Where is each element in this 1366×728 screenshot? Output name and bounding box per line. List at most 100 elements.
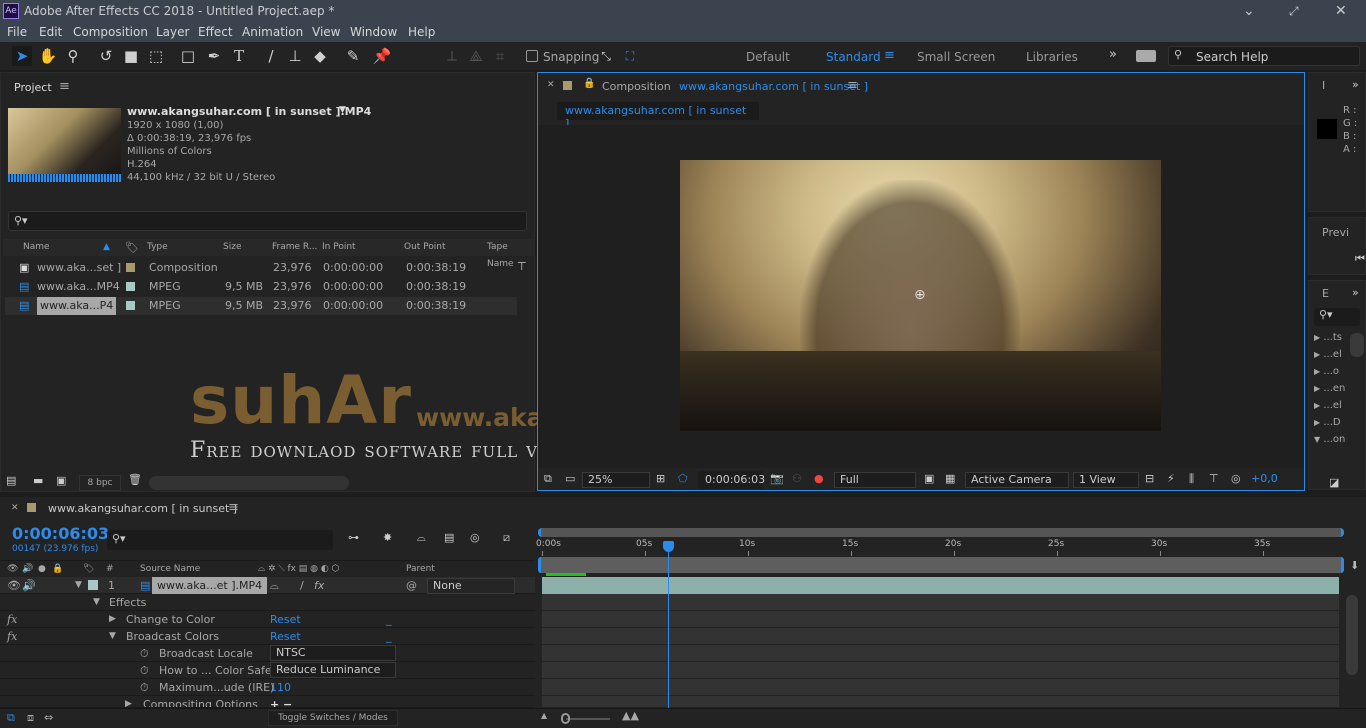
shy-layers-icon[interactable]: ⌓ xyxy=(417,531,426,545)
roto-brush-tool-icon[interactable]: ✎ xyxy=(343,46,363,66)
pickwhip-icon[interactable]: @ xyxy=(406,577,417,594)
info-tab[interactable]: I xyxy=(1322,79,1325,92)
fx-icon[interactable]: fx xyxy=(7,628,17,645)
pen-tool-icon[interactable]: ✒ xyxy=(204,46,224,66)
col-source-name[interactable]: Source Name xyxy=(140,561,200,577)
expand-icon[interactable]: ▶ xyxy=(1314,367,1320,376)
effects-category[interactable]: ▶ ...o xyxy=(1314,366,1339,377)
effects-scrollbar[interactable] xyxy=(1350,333,1364,357)
monitor-icon[interactable]: ▭ xyxy=(565,469,575,489)
comp-tab-prefix[interactable]: Composition xyxy=(602,80,671,93)
timeline-tab[interactable]: www.akangsuhar.com [ in sunset ] xyxy=(48,502,237,515)
flowchart-icon[interactable]: ⊤ xyxy=(517,260,527,273)
layer-label-color[interactable] xyxy=(88,580,98,590)
effects-search-input[interactable]: ⚲▾ xyxy=(1314,308,1360,326)
exposure-value[interactable]: +0,0 xyxy=(1251,469,1278,489)
effects-category[interactable]: ▶ ...en xyxy=(1314,383,1345,394)
always-preview-icon[interactable]: ⧉ xyxy=(544,469,552,489)
snap-edges-icon[interactable]: ⤡ xyxy=(596,46,616,66)
audio-switch-icon[interactable]: 🔊 xyxy=(22,577,36,594)
item-label-color[interactable] xyxy=(126,301,135,310)
project-item[interactable]: ▤ www.aka...P4 MPEG 9,5 MB 23,976 0:00:0… xyxy=(5,297,517,315)
reset-link[interactable]: Reset xyxy=(270,628,301,645)
magnification-dropdown[interactable]: 25% xyxy=(582,472,650,488)
workspace-default[interactable]: Default xyxy=(746,50,790,64)
video-switch-icon[interactable]: 👁 xyxy=(7,577,21,594)
exposure-icon[interactable]: ◎ xyxy=(1231,469,1241,489)
sort-ascending-icon[interactable]: ▲ xyxy=(103,239,110,256)
time-ruler[interactable]: 0:00s 05s 10s 15s 20s 25s 30s 35s xyxy=(536,539,1344,557)
expand-icon[interactable]: ▼ xyxy=(1314,435,1320,444)
stopwatch-icon[interactable]: ⏱ xyxy=(140,645,149,662)
pan-behind-tool-icon[interactable]: ⬚ xyxy=(146,46,166,66)
menu-window[interactable]: Window xyxy=(350,25,397,39)
property-row[interactable]: ⏱ Maximum...ude (IRE) 110 xyxy=(0,679,535,696)
lock-icon[interactable]: 🔒 xyxy=(583,78,595,89)
search-help-input[interactable]: ⚲ Search Help xyxy=(1168,46,1360,66)
col-in-point[interactable]: In Point xyxy=(322,239,356,256)
playhead[interactable] xyxy=(663,541,675,708)
menu-view[interactable]: View xyxy=(312,25,340,39)
toggle-switches-modes-button[interactable]: Toggle Switches / Modes xyxy=(268,710,398,726)
effects-category[interactable]: ▶ ...D xyxy=(1314,417,1341,428)
expand-icon[interactable]: ▼ xyxy=(109,628,116,645)
timeline-icon[interactable]: ⫼ xyxy=(1189,469,1194,489)
axis-world-icon[interactable]: ⟁ xyxy=(466,46,486,66)
frame-blending-icon[interactable]: ▤ xyxy=(444,531,454,544)
work-area-navigator[interactable] xyxy=(538,528,1344,537)
effects-switch-icon[interactable]: fx xyxy=(314,577,324,594)
add-remove-icons[interactable]: + − xyxy=(270,696,292,707)
current-time-display[interactable]: 0:00:06:03 xyxy=(698,471,765,489)
viewer-area[interactable]: ⊕ xyxy=(538,125,1304,468)
col-size[interactable]: Size xyxy=(223,239,241,256)
channel-icon[interactable]: ● xyxy=(814,469,824,489)
rotate-tool-icon[interactable]: ↺ xyxy=(96,46,116,66)
project-tab[interactable]: Project xyxy=(14,81,52,94)
workspace-small-screen[interactable]: Small Screen xyxy=(917,50,995,64)
fast-previews-icon[interactable]: ⚡ xyxy=(1167,469,1175,489)
flowchart-icon[interactable]: ⊤ xyxy=(1209,469,1219,489)
snapshot-icon[interactable]: 📷 xyxy=(770,469,784,489)
expand-icon[interactable]: ▶ xyxy=(109,611,116,628)
selection-tool-icon[interactable]: ➤ xyxy=(12,46,32,66)
toggle-pixel-aspect-icon[interactable]: ⊟ xyxy=(1145,469,1154,489)
layer-name[interactable]: www.aka...et ].MP4 xyxy=(152,577,268,594)
item-label-color[interactable] xyxy=(126,263,135,272)
panel-menu-icon[interactable]: ≡ xyxy=(228,500,239,515)
close-tab-icon[interactable]: ✕ xyxy=(547,80,555,90)
rectangle-tool-icon[interactable]: □ xyxy=(178,46,198,66)
project-item[interactable]: ▤ www.aka...MP4 MPEG 9,5 MB 23,976 0:00:… xyxy=(5,278,517,296)
bit-depth-button[interactable]: 8 bpc xyxy=(79,475,121,491)
close-icon[interactable]: ✕ xyxy=(1335,0,1347,22)
layer-switches-pane-icon[interactable]: ⧉ xyxy=(7,711,15,725)
comp-breadcrumb[interactable]: www.akangsuhar.com [ in sunset ] xyxy=(557,102,759,130)
effects-tab[interactable]: E xyxy=(1322,287,1329,300)
puppet-pin-tool-icon[interactable]: 📌 xyxy=(372,46,392,66)
workspace-menu-icon[interactable]: ≡ xyxy=(884,48,895,63)
menu-effect[interactable]: Effect xyxy=(198,25,233,39)
effects-group-row[interactable]: ▼ Effects xyxy=(0,594,535,611)
reset-link[interactable]: Reset xyxy=(270,611,301,628)
footage-name[interactable]: www.akangsuhar.com [ in sunset ].MP4 xyxy=(127,105,371,118)
region-of-interest-icon[interactable]: ▣ xyxy=(924,469,934,489)
parent-dropdown[interactable]: None xyxy=(427,578,515,594)
compositing-options-row[interactable]: ▶ Compositing Options + − xyxy=(0,696,535,708)
view-layout-dropdown[interactable]: 1 View xyxy=(1073,472,1139,488)
quality-switch-icon[interactable]: / xyxy=(300,577,304,594)
about-link[interactable]: _ xyxy=(386,611,392,628)
menu-edit[interactable]: Edit xyxy=(39,25,62,39)
expand-layer-icon[interactable]: ▼ xyxy=(75,577,82,594)
delete-icon[interactable]: 🗑 xyxy=(128,473,142,486)
more-workspaces-icon[interactable]: » xyxy=(1109,47,1117,62)
expand-effects-icon[interactable]: ▼ xyxy=(93,594,100,611)
zoom-slider-handle[interactable] xyxy=(561,713,570,724)
comp-end-marker-icon[interactable]: ⬇ xyxy=(1350,559,1359,572)
effects-category[interactable]: ▶ ...el xyxy=(1314,400,1342,411)
mask-visibility-icon[interactable]: ⬠ xyxy=(678,469,688,489)
menu-help[interactable]: Help xyxy=(408,25,435,39)
work-area-bar[interactable] xyxy=(538,557,1344,573)
project-search-input[interactable]: ⚲▾ xyxy=(8,211,527,231)
workspace-settings-icon[interactable] xyxy=(1136,50,1156,62)
maximize-icon[interactable]: ⤢ xyxy=(1289,0,1299,22)
property-row[interactable]: ⏱ Broadcast Locale NTSC xyxy=(0,645,535,662)
